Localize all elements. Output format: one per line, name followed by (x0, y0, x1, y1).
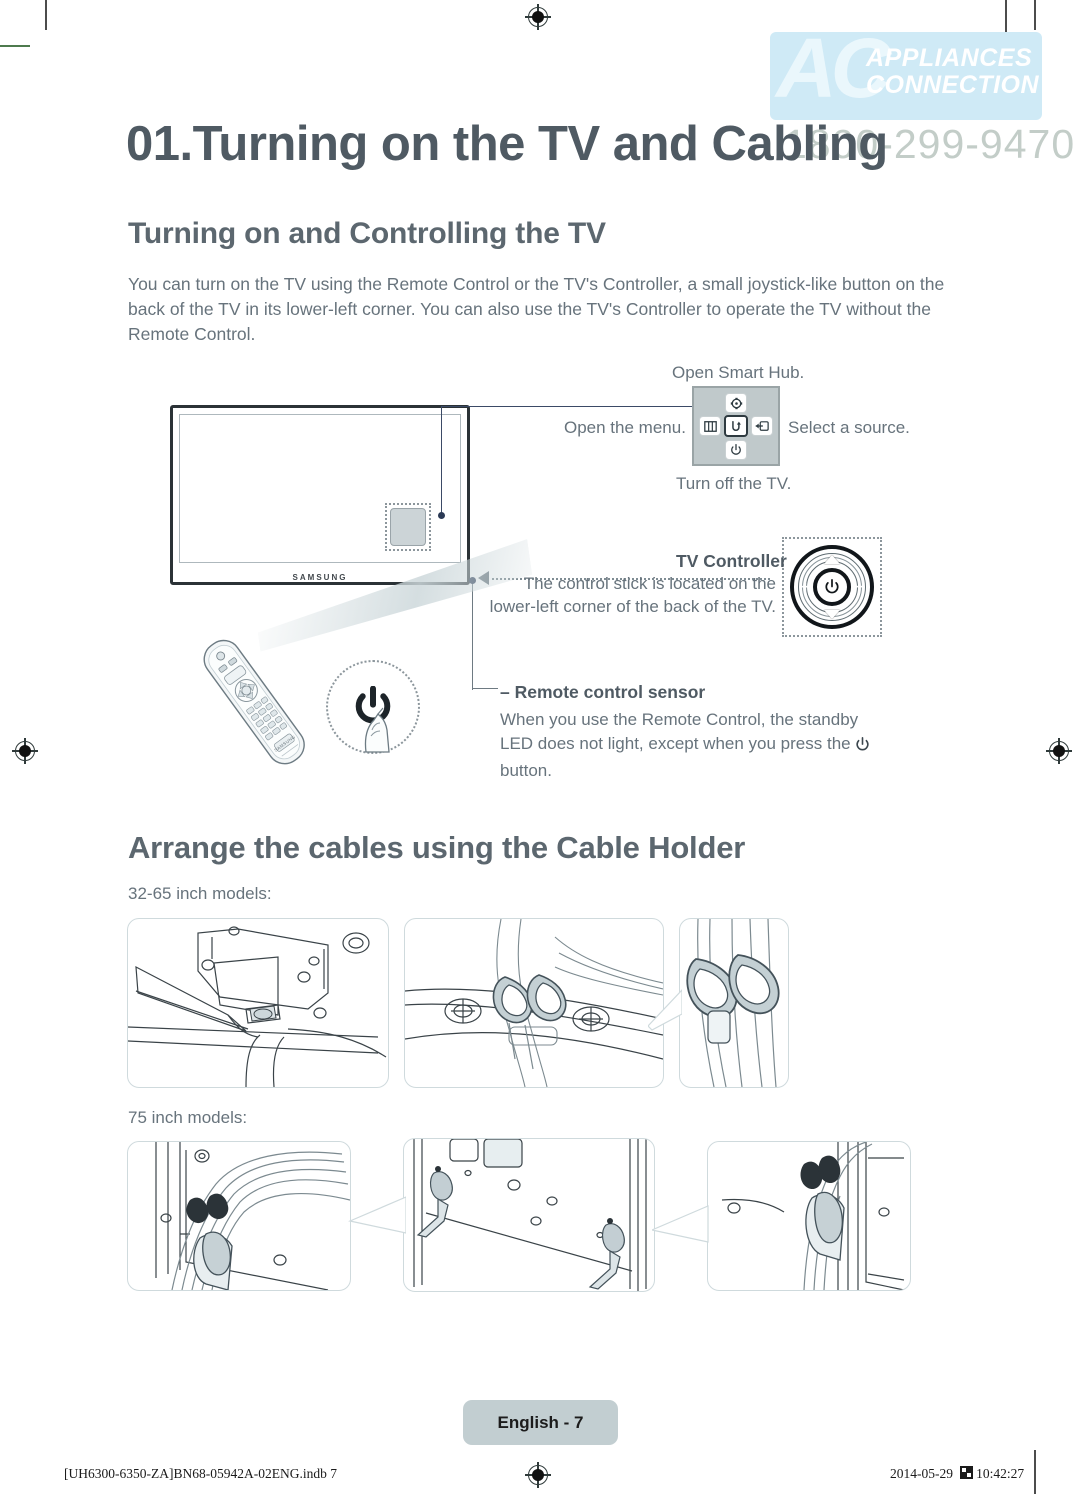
section-heading-cables: Arrange the cables using the Cable Holde… (128, 830, 746, 865)
remote-sensor-power-icon (855, 735, 870, 759)
footer-timestamp: 2014-05-29 10:42:27 (890, 1466, 1024, 1482)
return-icon[interactable] (724, 415, 748, 437)
label-open-menu: Open the menu. (564, 418, 686, 437)
remote-sensor-title: – Remote control sensor (500, 682, 705, 703)
tv-front-illustration: SAMSUNG (170, 405, 470, 585)
tv-controller-title: TV Controller (676, 551, 787, 571)
footer-date: 2014-05-29 (890, 1466, 953, 1481)
menu-icon[interactable] (699, 416, 721, 436)
registration-mark-right (1046, 738, 1072, 764)
source-glyph (755, 421, 769, 431)
tv-controller-joystick-box: + − (782, 537, 882, 637)
label-select-source: Select a source. (788, 418, 910, 437)
joystick-icon: + − (790, 545, 874, 629)
callout-line-right-h (472, 688, 498, 690)
power-icon[interactable] (725, 440, 747, 460)
missing-glyph-icon (959, 1466, 973, 1479)
tv-controller-description: The control stick is located on the lowe… (489, 574, 776, 616)
zoom-leader-1 (648, 989, 682, 1031)
remote-sensor-dash: – (500, 682, 510, 702)
smart-hub-glyph (730, 397, 742, 409)
remote-sensor-description: When you use the Remote Control, the sta… (500, 708, 890, 783)
menu-glyph (703, 420, 717, 432)
cable-panel-4 (127, 1141, 351, 1291)
tv-controller-keypad (692, 386, 780, 466)
watermark-line1: APPLIANCES (866, 44, 1033, 72)
remote-sensor-desc-b: button. (500, 761, 552, 780)
watermark-line2: CONNECTION (866, 71, 1040, 99)
tv-brand-logo: SAMSUNG (292, 573, 348, 582)
pressing-hand-icon (364, 707, 390, 753)
registration-mark-bottom (525, 1462, 551, 1488)
remote-sensor-desc-a: When you use the Remote Control, the sta… (500, 710, 859, 753)
joystick-power-glyph (825, 579, 839, 594)
power-button-callout-circle (326, 660, 420, 754)
watermark-logo: AC APPLIANCES CONNECTION (770, 32, 1042, 120)
footer-file-info: [UH6300-6350-ZA]BN68-05942A-02ENG.indb 7 (64, 1466, 337, 1481)
crop-mark-top-center-v (1005, 0, 1007, 32)
label-75-inch-models: 75 inch models: (128, 1108, 248, 1127)
cable-panel-3 (679, 918, 789, 1088)
section-heading-controlling: Turning on and Controlling the TV (128, 217, 606, 250)
crop-mark-top-left-h (0, 45, 30, 47)
cable-panel-5 (403, 1138, 655, 1292)
callout-endpoint-dot (438, 512, 445, 519)
cable-panel-1 (127, 918, 389, 1088)
power-glyph (731, 444, 741, 455)
crop-mark-left-v (45, 0, 47, 28)
label-32-65-inch-models: 32-65 inch models: (128, 884, 272, 903)
joystick-plus-label: + (801, 578, 810, 596)
registration-mark-top (525, 4, 551, 30)
return-glyph (732, 421, 741, 431)
manual-page: AC APPLIANCES CONNECTION 1800-299-9470 0… (0, 0, 1080, 1494)
zoom-leader-2 (348, 1196, 406, 1234)
source-icon[interactable] (751, 416, 773, 436)
joystick-minus-label: − (854, 578, 863, 596)
chapter-title: 01.Turning on the TV and Cabling (126, 117, 888, 171)
joystick-power-icon (813, 568, 851, 606)
joystick-down-arrow-icon (824, 610, 840, 619)
cable-panel-2 (404, 918, 664, 1088)
crop-mark-top-right-v (1034, 0, 1036, 30)
zoom-leader-3 (652, 1205, 709, 1243)
watermark-brand-text: APPLIANCES CONNECTION (866, 45, 1039, 99)
section-paragraph-controlling: You can turn on the TV using the Remote … (128, 274, 945, 344)
crop-mark-bottom-right-v (1034, 1450, 1036, 1494)
page-number-badge: English - 7 (463, 1400, 618, 1445)
registration-mark-left (12, 738, 38, 764)
remote-sensor-title-text: Remote control sensor (514, 682, 706, 702)
remote-control-svg: SAMSUNG (203, 639, 305, 765)
cable-panel-6 (707, 1141, 911, 1291)
joystick-up-arrow-icon (824, 555, 840, 564)
callout-line-top-v (441, 406, 443, 518)
label-turn-off-tv: Turn off the TV. (676, 474, 792, 493)
smart-hub-icon[interactable] (725, 393, 747, 413)
callout-sensor-dot (469, 577, 476, 584)
footer-time: 10:42:27 (976, 1466, 1025, 1481)
callout-line-right-v (472, 580, 474, 690)
label-open-smart-hub: Open Smart Hub. (672, 363, 805, 382)
tv-controller-highlight (385, 503, 431, 551)
remote-control-illustration: SAMSUNG (192, 636, 317, 766)
callout-line-top-h (441, 406, 695, 408)
